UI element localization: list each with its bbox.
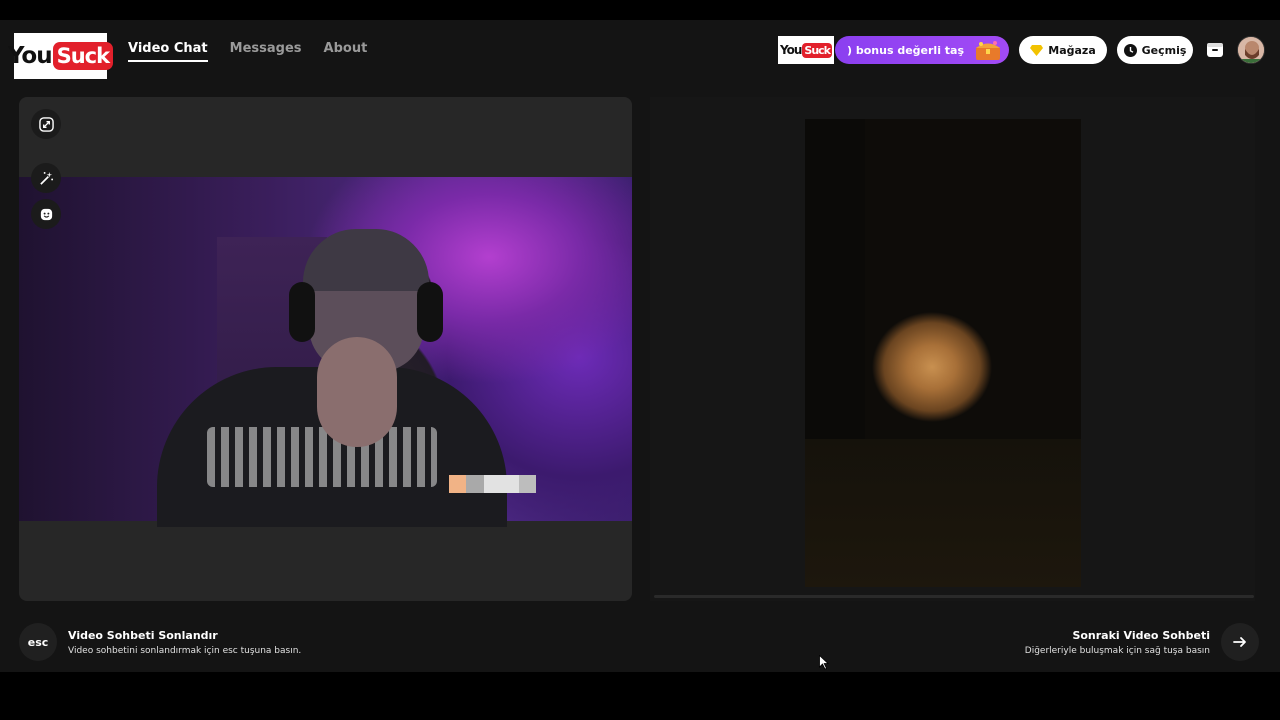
brand-logo-you: You [7,43,53,69]
nav-video-chat[interactable]: Video Chat [128,41,208,62]
brand-logo-suck: Suck [52,42,114,70]
person-hand [317,337,397,447]
archive-icon[interactable] [1205,40,1225,60]
headset-right [417,282,443,342]
avatar-image [1238,37,1264,63]
local-video-panel [19,97,632,601]
end-chat-hint: Video sohbetini sonlandırmak için esc tu… [68,646,302,656]
effects-button[interactable] [31,163,61,193]
bonus-text: ) bonus değerli taş [847,43,965,57]
partner-logo[interactable]: You Suck [778,36,834,64]
brand-logo[interactable]: You Suck [8,33,114,79]
remote-camera-feed [805,119,1081,587]
clock-icon [1123,43,1137,57]
arrow-right-icon [1233,637,1246,647]
store-button[interactable]: Mağaza [1019,36,1107,64]
emoji-icon [40,208,52,220]
app-window: You Suck Video Chat Messages About You S… [0,20,1280,672]
censored-label [449,475,537,493]
gem-icon [1030,44,1044,56]
history-button[interactable]: Geçmiş [1117,36,1193,64]
next-chat-button[interactable] [1221,623,1259,661]
partner-logo-you: You [780,43,802,57]
end-chat-button[interactable]: esc [19,623,57,661]
emoji-button[interactable] [31,199,61,229]
nav-messages[interactable]: Messages [230,41,302,62]
remote-video-area [650,97,1255,601]
mouse-cursor-icon [819,655,829,670]
remote-pixelated-body [805,439,1081,587]
expand-icon [38,116,54,132]
nav-about[interactable]: About [324,41,368,62]
end-chat-title: Video Sohbeti Sonlandır [68,629,218,642]
local-camera-feed [19,177,632,527]
expand-button[interactable] [31,109,61,139]
shirt-pattern [207,427,437,487]
main-nav: Video Chat Messages About [128,41,367,62]
partner-logo-suck: Suck [802,42,832,58]
magic-wand-icon [39,171,53,185]
bonus-banner[interactable]: ) bonus değerli taş [835,36,1009,64]
store-label: Mağaza [1048,43,1096,57]
next-chat-hint: Diğerleriyle buluşmak için sağ tuşa bası… [1024,646,1210,656]
treasure-chest-icon [976,41,1000,60]
headset-left [289,282,315,342]
avatar[interactable] [1237,36,1265,64]
history-label: Geçmiş [1141,43,1187,57]
remote-pixelated-face [857,307,995,432]
next-chat-title: Sonraki Video Sohbeti [1072,629,1210,642]
remote-progress-track [654,595,1254,598]
